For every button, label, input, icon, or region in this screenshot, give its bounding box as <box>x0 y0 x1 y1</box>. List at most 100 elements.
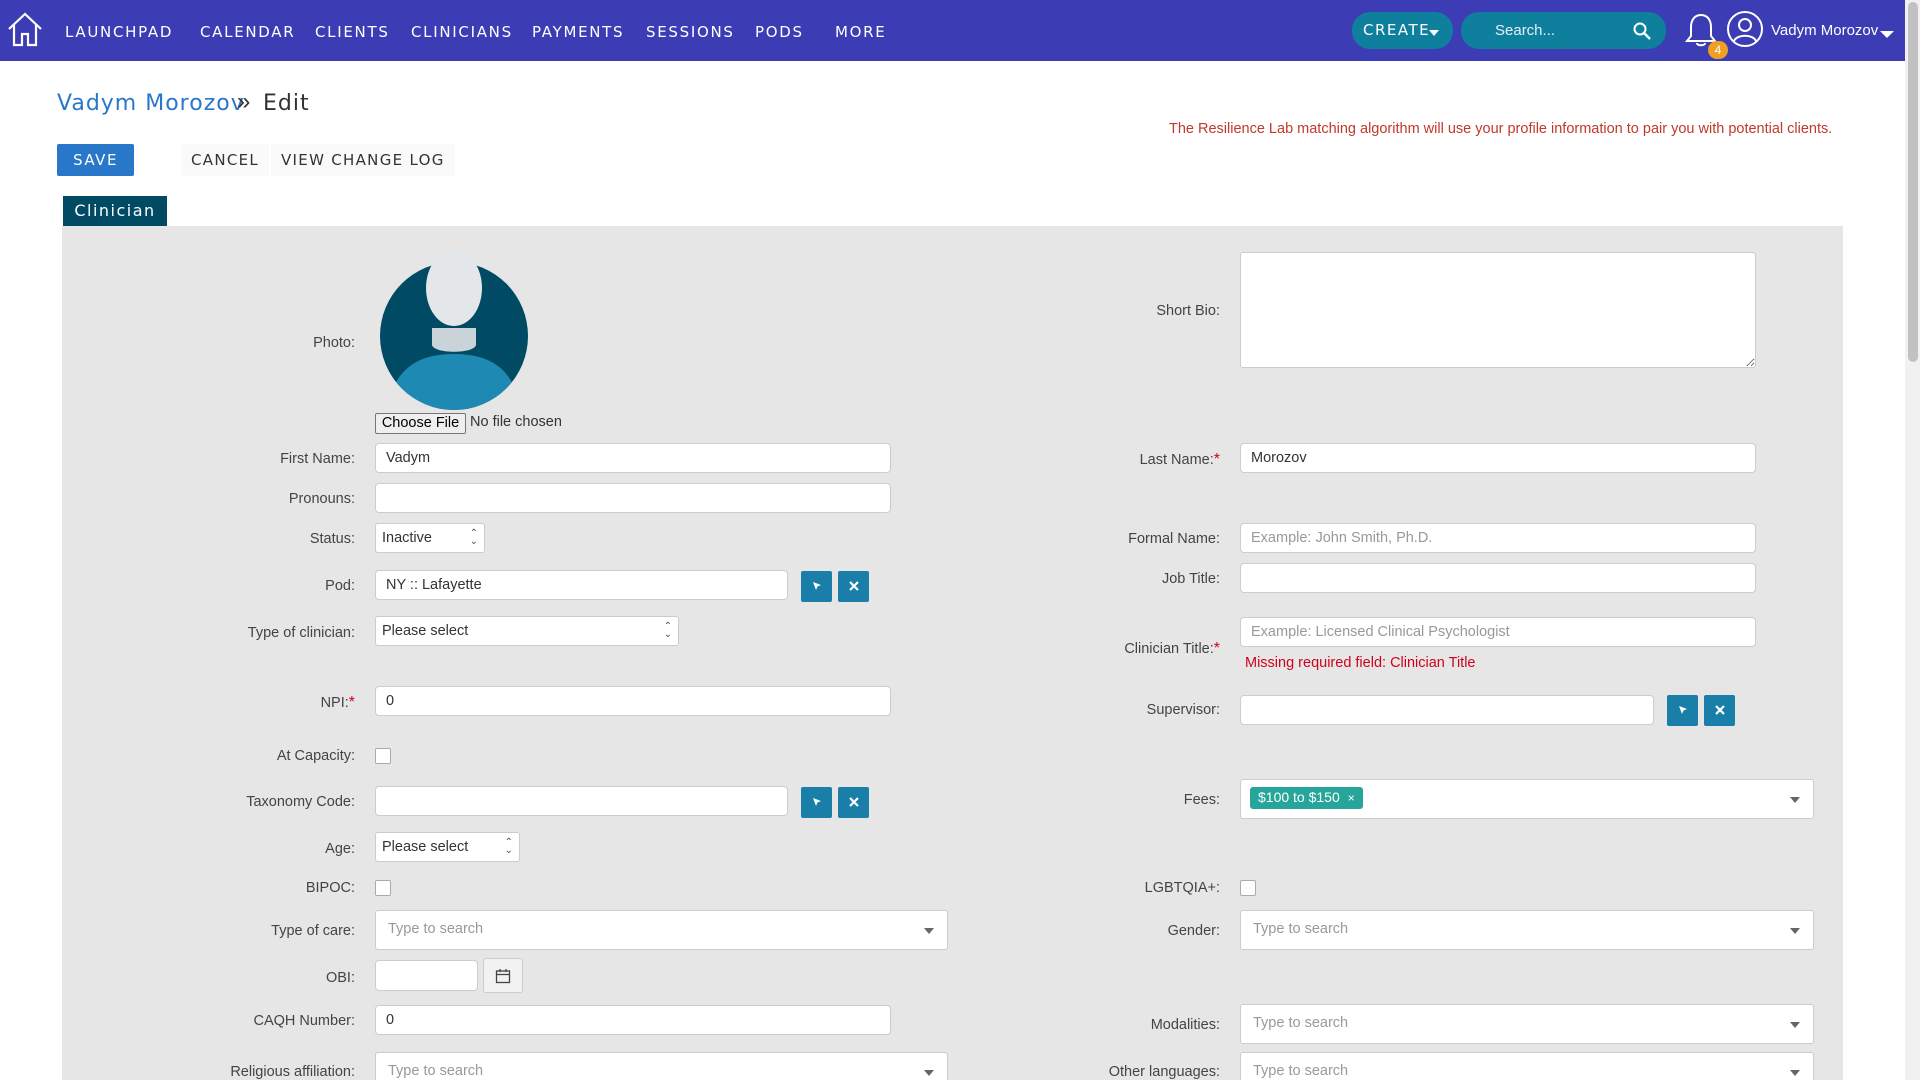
formal-name-input[interactable] <box>1240 523 1756 553</box>
npi-input[interactable] <box>375 686 891 716</box>
select-arrows-icon: ⌃ ⌄ <box>663 621 672 640</box>
tab-clinician[interactable]: Clinician <box>63 196 167 226</box>
cancel-button[interactable]: CANCEL <box>181 144 270 176</box>
profile-photo-placeholder <box>380 250 528 410</box>
other-languages-select[interactable]: Type to search <box>1240 1052 1814 1080</box>
save-button[interactable]: SAVE <box>57 144 134 176</box>
caqh-number-label: CAQH Number: <box>253 1013 355 1029</box>
cursor-icon <box>812 798 821 806</box>
pronouns-label: Pronouns: <box>288 491 355 507</box>
religious-affiliation-label: Religious affiliation: <box>230 1064 355 1080</box>
nav-pods[interactable]: PODS <box>755 23 804 41</box>
age-label: Age: <box>325 841 355 857</box>
nav-launchpad[interactable]: LAUNCHPAD <box>65 23 173 41</box>
npi-label: NPI:* <box>320 694 355 711</box>
pod-clear-button[interactable] <box>838 571 869 602</box>
caqh-number-input[interactable] <box>375 1005 891 1035</box>
nav-payments[interactable]: PAYMENTS <box>532 23 624 41</box>
modalities-label: Modalities: <box>1150 1017 1220 1033</box>
search-icon[interactable] <box>1632 21 1652 41</box>
type-of-clinician-select[interactable]: Please select ⌃ ⌄ <box>375 616 679 646</box>
religious-affiliation-select[interactable]: Type to search <box>375 1052 948 1080</box>
nav-sessions[interactable]: SESSIONS <box>646 23 735 41</box>
chevron-down-icon[interactable] <box>1880 31 1894 38</box>
gender-select[interactable]: Type to search <box>1240 910 1814 950</box>
photo-label: Photo: <box>313 335 355 351</box>
first-name-input[interactable] <box>375 443 891 473</box>
other-languages-label: Other languages: <box>1108 1064 1220 1080</box>
user-name[interactable]: Vadym Morozov <box>1771 22 1878 39</box>
chevron-down-icon <box>924 928 934 934</box>
supervisor-clear-button[interactable] <box>1704 695 1735 726</box>
job-title-input[interactable] <box>1240 563 1756 593</box>
close-icon <box>1714 705 1725 715</box>
bipoc-checkbox[interactable] <box>375 880 391 896</box>
create-label: CREATE <box>1363 21 1431 39</box>
scrollbar-thumb[interactable] <box>1908 2 1918 362</box>
taxonomy-clear-button[interactable] <box>838 787 869 818</box>
chevron-down-icon <box>1790 1070 1800 1076</box>
status-select[interactable]: Inactive ⌃ ⌄ <box>375 523 485 553</box>
user-avatar-icon[interactable] <box>1726 10 1764 48</box>
type-of-clinician-value: Please select <box>382 623 469 639</box>
nav-clinicians[interactable]: CLINICIANS <box>411 23 513 41</box>
type-of-clinician-label: Type of clinician: <box>247 625 355 641</box>
fees-label: Fees: <box>1183 792 1220 808</box>
clinician-title-error: Missing required field: Clinician Title <box>1245 655 1476 671</box>
first-name-label: First Name: <box>280 451 355 467</box>
fee-tag[interactable]: $100 to $150 × <box>1250 787 1363 809</box>
supervisor-select-button[interactable] <box>1667 695 1698 726</box>
matching-notice: The Resilience Lab matching algorithm wi… <box>1169 121 1833 137</box>
select-arrows-icon: ⌃ ⌄ <box>469 528 478 547</box>
pod-select-button[interactable] <box>801 571 832 602</box>
status-label: Status: <box>309 531 355 547</box>
notification-badge: 4 <box>1708 41 1728 59</box>
remove-tag-icon[interactable]: × <box>1348 791 1355 805</box>
taxonomy-code-input[interactable] <box>375 786 788 816</box>
type-of-care-select[interactable]: Type to search <box>375 910 948 950</box>
status-value: Inactive <box>382 530 432 546</box>
search-box <box>1461 12 1666 49</box>
taxonomy-select-button[interactable] <box>801 787 832 818</box>
lgbtqia-label: LGBTQIA+: <box>1144 880 1220 896</box>
calendar-icon <box>495 969 511 984</box>
obi-date-input[interactable] <box>375 960 478 991</box>
cursor-icon <box>1678 706 1687 714</box>
nav-more[interactable]: MORE <box>835 23 886 41</box>
bipoc-label: BIPOC: <box>305 880 355 896</box>
clinician-title-label: Clinician Title:* <box>1124 640 1220 657</box>
chevron-down-icon <box>924 1070 934 1076</box>
at-capacity-label: At Capacity: <box>276 748 355 764</box>
clinician-title-input[interactable] <box>1240 617 1756 647</box>
short-bio-label: Short Bio: <box>1156 303 1220 319</box>
top-nav-bar: LAUNCHPAD CALENDAR CLIENTS CLINICIANS PA… <box>0 0 1905 61</box>
taxonomy-code-label: Taxonomy Code: <box>246 794 355 810</box>
last-name-label: Last Name:* <box>1139 451 1220 468</box>
chevron-down-icon <box>1790 797 1800 803</box>
breadcrumb-clinician-link[interactable]: Vadym Morozov <box>57 91 245 116</box>
nav-calendar[interactable]: CALENDAR <box>200 23 295 41</box>
chevron-down-icon <box>1429 30 1439 36</box>
lgbtqia-checkbox[interactable] <box>1240 880 1256 896</box>
pronouns-input[interactable] <box>375 483 891 513</box>
age-select[interactable]: Please select ⌃ ⌄ <box>375 832 520 862</box>
formal-name-label: Formal Name: <box>1128 531 1220 547</box>
create-button[interactable]: CREATE <box>1352 12 1453 49</box>
cursor-icon <box>812 582 821 590</box>
pod-input[interactable] <box>375 570 788 600</box>
view-change-log-button[interactable]: VIEW CHANGE LOG <box>271 144 455 176</box>
at-capacity-checkbox[interactable] <box>375 748 391 764</box>
chevron-down-icon <box>1790 1022 1800 1028</box>
modalities-select[interactable]: Type to search <box>1240 1004 1814 1044</box>
supervisor-input[interactable] <box>1240 695 1654 725</box>
search-input[interactable] <box>1461 12 1636 49</box>
age-value: Please select <box>382 839 469 855</box>
short-bio-textarea[interactable] <box>1240 252 1756 368</box>
home-icon[interactable] <box>6 10 44 48</box>
select-arrows-icon: ⌃ ⌄ <box>504 837 513 856</box>
nav-clients[interactable]: CLIENTS <box>315 23 390 41</box>
choose-file-button[interactable]: Choose File <box>375 413 466 434</box>
last-name-input[interactable] <box>1240 443 1756 473</box>
calendar-button[interactable] <box>483 958 523 993</box>
gender-label: Gender: <box>1167 923 1220 939</box>
